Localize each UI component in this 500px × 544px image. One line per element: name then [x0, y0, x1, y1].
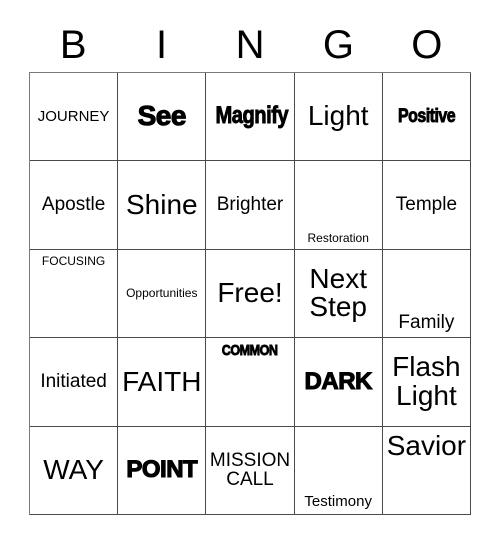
bingo-cell-label: JOURNEY — [37, 108, 110, 126]
bingo-cell-r2c5[interactable]: Temple — [382, 161, 471, 250]
bingo-grid: JOURNEY See Magnify Light Positive Apostle Shi… — [29, 72, 471, 515]
bingo-cell-r3c3[interactable]: Free! — [206, 249, 295, 339]
bingo-cell-label: Brighter — [216, 194, 284, 216]
bingo-cell-label: Positive — [397, 106, 455, 127]
bingo-cell-r3c1[interactable]: FOCUSING — [30, 249, 119, 339]
bingo-cell-label: FOCUSING — [41, 253, 106, 268]
bingo-header-row: BINGO — [29, 18, 471, 72]
bingo-cell-label: Initiated — [40, 371, 107, 393]
bingo-cell-r4c3[interactable]: COMMON — [206, 338, 295, 427]
bingo-cell-r5c4[interactable]: Testimony — [294, 426, 383, 515]
bingo-cell-label: See — [137, 100, 187, 132]
bingo-cell-label: Restoration — [307, 230, 369, 245]
bingo-cell-r4c2[interactable]: FAITH — [118, 338, 207, 427]
bingo-cell-label: Free! — [217, 277, 283, 309]
bingo-cell-label: FAITH — [122, 365, 202, 397]
bingo-cell-r5c1[interactable]: WAY — [30, 426, 119, 515]
bingo-cell-r4c5[interactable]: Flash Light — [382, 338, 471, 427]
bingo-cell-r2c4[interactable]: Restoration — [294, 161, 383, 250]
bingo-cell-label: Family — [398, 311, 455, 333]
bingo-cell-r1c2[interactable]: See — [118, 73, 207, 162]
bingo-cell-r3c4[interactable]: Next Step — [294, 249, 383, 339]
bingo-cell-label: POINT — [126, 456, 198, 484]
bingo-cell-r2c2[interactable]: Shine — [118, 161, 207, 250]
bingo-cell-label: Shine — [125, 188, 198, 220]
bingo-cell-r5c2[interactable]: POINT — [118, 426, 207, 515]
bingo-cell-r3c5[interactable]: Family — [382, 249, 471, 339]
bingo-cell-label: Savior — [386, 429, 467, 461]
bingo-cell-label: Flash Light — [392, 351, 461, 411]
bingo-cell-label: WAY — [43, 454, 104, 486]
bingo-header-letter-g: G — [322, 23, 354, 67]
bingo-cell-label: Next Step — [309, 262, 367, 323]
bingo-cell-r1c1[interactable]: JOURNEY — [30, 73, 119, 162]
bingo-cell-r5c3[interactable]: MISSION CALL — [206, 426, 295, 515]
bingo-header-letter-n: N — [235, 23, 265, 67]
bingo-cell-r3c2[interactable]: Opportunities — [118, 249, 207, 339]
bingo-cell-r4c1[interactable]: Initiated — [30, 338, 119, 427]
bingo-cell-label: Testimony — [304, 492, 372, 510]
bingo-cell-label: Magnify — [215, 102, 290, 130]
bingo-cell-label: MISSION CALL — [209, 449, 291, 491]
bingo-cell-r1c3[interactable]: Magnify — [206, 73, 295, 162]
bingo-header-letter-o: O — [411, 23, 443, 67]
bingo-header-letter-i: I — [156, 23, 168, 67]
bingo-cell-label: Apostle — [41, 194, 106, 216]
bingo-cell-label: COMMON — [222, 342, 279, 360]
bingo-header-letter-b: B — [59, 23, 87, 67]
bingo-cell-label: DARK — [304, 367, 373, 395]
bingo-card: B I N G O JOURNEY See Magnify Light Positive Apos… — [0, 0, 500, 544]
bingo-cell-r1c5[interactable]: Positive — [382, 73, 471, 162]
bingo-cell-label: Light — [307, 100, 369, 132]
bingo-cell-label: Opportunities — [126, 286, 198, 301]
bingo-cell-label: Temple — [395, 194, 458, 216]
bingo-cell-r5c5[interactable]: Savior — [382, 426, 471, 515]
bingo-cell-r2c1[interactable]: Apostle — [30, 161, 119, 250]
bingo-cell-r1c4[interactable]: Light — [294, 73, 383, 162]
bingo-cell-r4c4[interactable]: DARK — [294, 338, 383, 427]
bingo-cell-r2c3[interactable]: Brighter — [206, 161, 295, 250]
